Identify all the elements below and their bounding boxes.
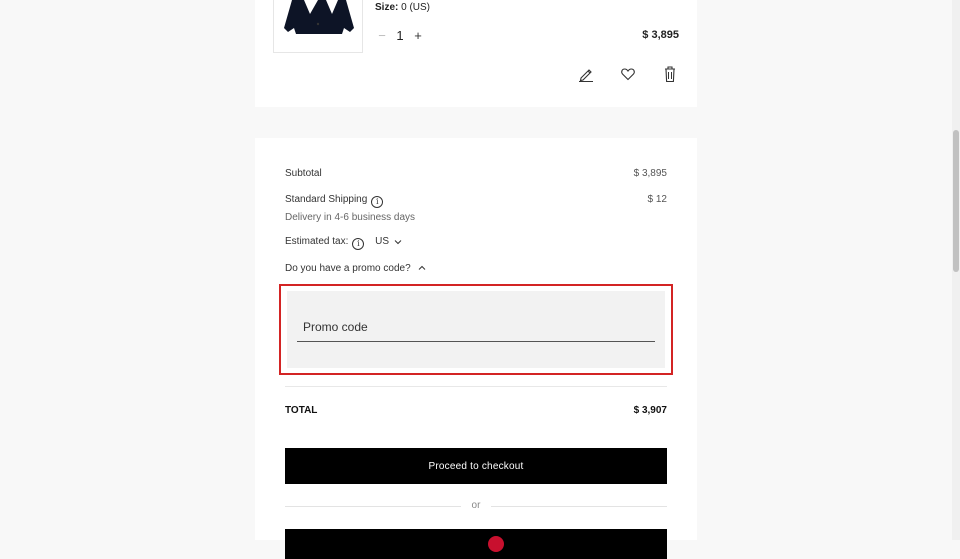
- promo-toggle-label: Do you have a promo code?: [285, 263, 411, 274]
- total-label: TOTAL: [285, 405, 318, 416]
- quantity-stepper: − 1 +: [375, 26, 425, 44]
- subtotal-label: Subtotal: [285, 168, 322, 179]
- shipping-info-icon[interactable]: i: [371, 196, 384, 208]
- or-separator: or: [285, 500, 667, 512]
- edit-icon[interactable]: [577, 64, 595, 84]
- shipping-value: $ 12: [647, 194, 667, 205]
- proceed-to-checkout-button[interactable]: Proceed to checkout: [285, 448, 667, 484]
- promo-code-toggle[interactable]: Do you have a promo code?: [285, 263, 667, 274]
- chevron-up-icon: [419, 265, 426, 270]
- item-price: $ 3,895: [642, 29, 679, 41]
- heart-icon[interactable]: [619, 64, 637, 84]
- or-label: or: [471, 500, 481, 511]
- promo-code-highlight: [279, 284, 673, 375]
- cart-item-card: Size: 0 (US) − 1 + $ 3,895: [255, 0, 697, 107]
- page-scrollbar-thumb[interactable]: [953, 130, 959, 272]
- alternative-payment-button[interactable]: [285, 529, 667, 559]
- tax-country-value: US: [375, 236, 390, 247]
- decrease-quantity-button[interactable]: −: [375, 28, 389, 43]
- order-summary-card: Subtotal $ 3,895 Standard Shipping i $ 12…: [255, 138, 697, 559]
- subtotal-row: Subtotal $ 3,895: [285, 168, 667, 179]
- product-size: Size: 0 (US): [375, 2, 431, 13]
- tax-label: Estimated tax:: [285, 236, 349, 247]
- shipping-label: Standard Shipping: [285, 194, 368, 205]
- subtotal-value: $ 3,895: [633, 168, 667, 179]
- tax-info-icon[interactable]: i: [352, 238, 365, 250]
- summary-divider: [285, 386, 667, 387]
- chevron-down-icon: [394, 239, 402, 244]
- estimated-tax-row: Estimated tax: i US: [285, 236, 667, 250]
- promo-code-panel: [287, 291, 665, 368]
- shipping-delivery-note: Delivery in 4-6 business days: [285, 212, 416, 223]
- product-image-jacket[interactable]: [273, 0, 363, 53]
- quantity-value: 1: [396, 27, 404, 43]
- payment-logo-icon: [488, 536, 504, 552]
- promo-code-input[interactable]: [297, 315, 655, 342]
- total-row: TOTAL $ 3,907: [285, 405, 667, 416]
- increase-quantity-button[interactable]: +: [411, 28, 425, 43]
- total-value: $ 3,907: [633, 405, 667, 416]
- trash-icon[interactable]: [661, 64, 679, 84]
- tax-country-select[interactable]: US: [375, 236, 402, 247]
- shipping-row: Standard Shipping i $ 12 Delivery in 4-6 …: [285, 194, 667, 223]
